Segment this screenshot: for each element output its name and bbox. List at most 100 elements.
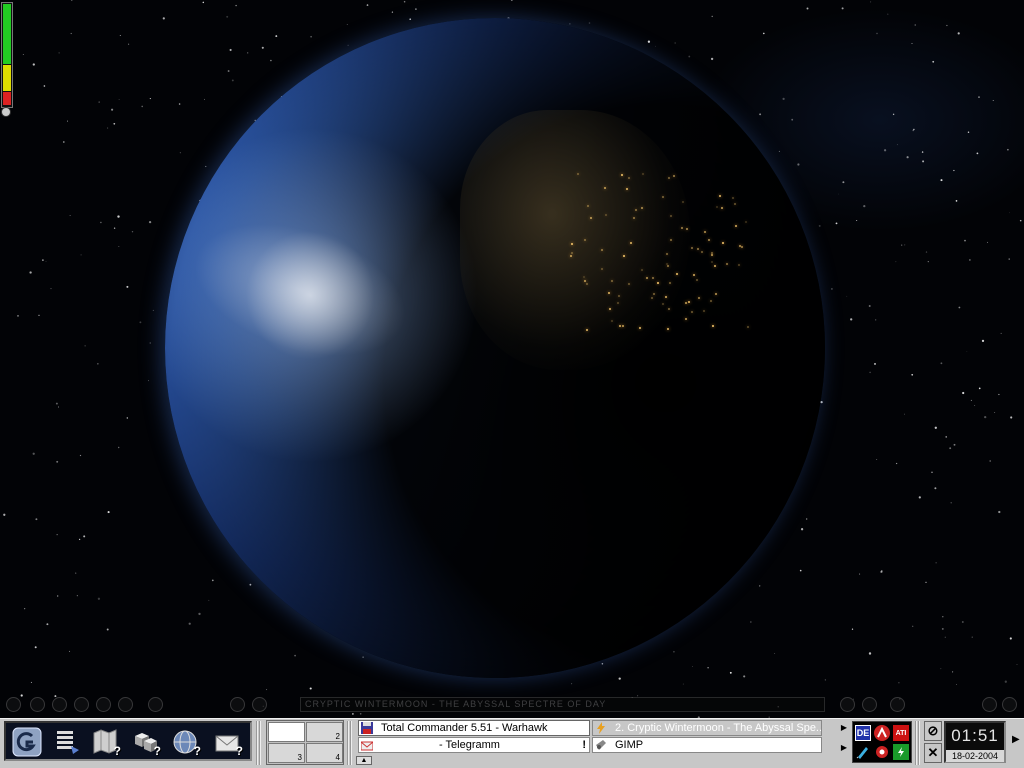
list-menu-icon[interactable] [50,726,84,758]
star [126,417,128,419]
bluetooth-icon[interactable] [874,744,890,760]
star [71,0,73,1]
pen-icon[interactable] [855,744,871,760]
star [205,165,207,168]
star [247,52,249,54]
star [911,373,914,376]
star [914,24,916,26]
city-light [732,197,734,199]
close-icon[interactable]: ✕ [924,743,942,763]
star [266,689,268,691]
star [34,646,37,649]
city-light [711,252,713,254]
task-list-scroll-button[interactable]: ▲ [356,756,372,765]
cubes-icon[interactable]: ? [128,726,162,758]
globe-icon[interactable]: ? [168,726,202,758]
star [925,251,928,253]
star [974,405,976,406]
media-repeat-button[interactable] [252,697,267,712]
taskbar-expand-icon[interactable]: ▶ [1012,734,1022,748]
star [655,45,656,47]
media-pause-button[interactable] [74,697,89,712]
no-entry-icon[interactable]: ⊘ [924,721,942,741]
star [688,55,691,58]
map-icon[interactable]: ? [88,726,122,758]
taskbar-grip[interactable] [347,721,353,765]
taskbar-grip[interactable] [915,721,921,765]
city-light [604,187,606,189]
star [949,447,952,450]
pager-desktop-4[interactable]: 4 [306,743,343,763]
star [896,144,898,146]
taskbar-grip[interactable] [256,721,262,765]
pager-desktop-2[interactable]: 2 [306,722,343,742]
star [863,204,866,208]
star [139,321,142,324]
pager-desktop-label: 3 [297,753,302,762]
task-button-gimp[interactable]: GIMP [592,737,822,753]
keyboard-lang-icon[interactable]: DE [855,725,871,741]
cpu-meter-toggle-button[interactable] [1,107,11,117]
star [211,579,214,582]
tasks-scroll-down-icon[interactable]: ▶ [839,743,849,759]
star [958,306,961,309]
media-eq-button[interactable] [890,697,905,712]
star [22,54,24,56]
city-light [584,239,586,241]
clock[interactable]: 01:51 18-02-2004 [944,721,1006,763]
media-play-button[interactable] [52,697,67,712]
star [601,662,604,665]
ati-icon[interactable]: ATI [893,725,909,741]
star [97,363,99,365]
city-light [703,310,705,312]
city-light [621,174,623,176]
power-icon[interactable] [893,744,909,760]
star [953,443,956,446]
star [58,52,60,54]
network-icon[interactable] [874,725,890,741]
star [800,528,804,531]
star [178,103,181,105]
star [911,42,913,45]
task-alert-mark: ! [582,739,586,751]
pager-desktop-3[interactable]: 3 [268,743,305,763]
star [955,200,958,202]
star [743,675,746,678]
city-light [710,300,712,302]
star [58,406,59,408]
media-next-button[interactable] [118,697,133,712]
start-logo-icon[interactable] [10,726,44,758]
star [966,350,968,352]
media-prev-button[interactable] [30,697,45,712]
city-light [688,301,690,303]
mail-icon[interactable]: ? [210,726,244,758]
city-light [685,318,687,320]
media-bal-button[interactable] [862,697,877,712]
star [901,244,903,246]
city-light [682,201,684,203]
winamp-bolt-icon [597,722,605,734]
task-button-total-commander[interactable]: Total Commander 5.51 - Warhawk [358,720,590,736]
tasks-scroll-up-icon[interactable]: ▶ [839,723,849,739]
star [952,671,954,673]
pager-desktop-1[interactable] [268,722,305,742]
city-light [586,283,588,285]
star [962,391,965,395]
media-stop-button[interactable] [96,697,111,712]
help-mark-icon: ? [235,744,243,758]
star [711,15,713,18]
star [149,342,151,344]
media-shuffle-button[interactable] [230,697,245,712]
star [118,245,120,247]
city-light [619,325,621,327]
star [67,120,69,122]
city-light [626,188,628,190]
media-minimize-button[interactable] [982,697,997,712]
media-eject-button[interactable] [148,697,163,712]
star [107,127,109,129]
media-vol-button[interactable] [840,697,855,712]
media-close-button[interactable] [1002,697,1017,712]
media-grip-icon[interactable] [6,697,21,712]
task-button-winamp[interactable]: 2. Cryptic Wintermoon - The Abyssal Spe.… [592,720,822,736]
task-button-telegramm[interactable]: - Telegramm ! [358,737,590,753]
